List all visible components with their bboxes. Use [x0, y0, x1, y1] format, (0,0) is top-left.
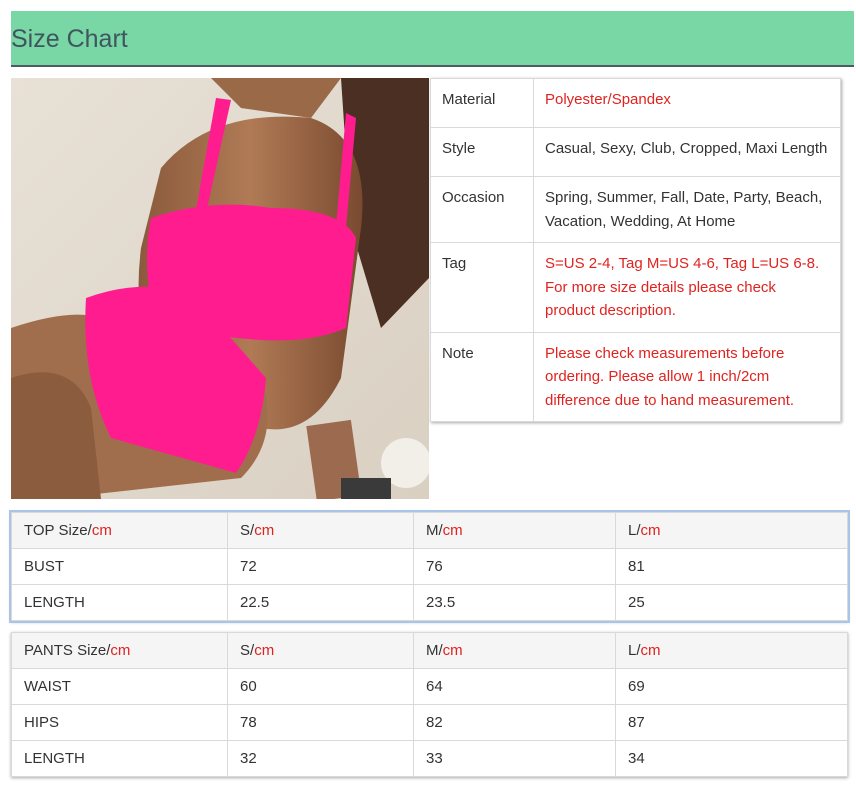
info-row-occasion: Occasion Spring, Summer, Fall, Date, Par… [430, 176, 841, 243]
cell-s: 22.5 [227, 584, 414, 621]
product-info-table: Material Polyester/Spandex Style Casual,… [430, 78, 841, 422]
cell-m: 82 [413, 704, 616, 741]
table-row: HIPS 78 82 87 [11, 704, 848, 741]
cell-l: 69 [615, 668, 848, 705]
row-label: HIPS [11, 704, 228, 741]
info-label: Tag [430, 242, 534, 333]
info-value: Please check measurements before orderin… [533, 331, 841, 422]
product-photo-pink-bikini-icon [11, 78, 429, 499]
row-label: LENGTH [11, 584, 228, 621]
header-cell: L/cm [615, 512, 848, 549]
header-cell: TOP Size/cm [11, 512, 228, 549]
info-label: Material [430, 78, 534, 128]
cell-l: 81 [615, 548, 848, 585]
table-header-row: TOP Size/cm S/cm M/cm L/cm [11, 512, 848, 549]
header-cell: M/cm [413, 512, 616, 549]
info-row-style: Style Casual, Sexy, Club, Cropped, Maxi … [430, 127, 841, 177]
table-row: LENGTH 32 33 34 [11, 740, 848, 777]
header-cell: L/cm [615, 632, 848, 669]
cell-m: 23.5 [413, 584, 616, 621]
product-photo [11, 78, 429, 499]
header-cell: M/cm [413, 632, 616, 669]
info-value: Spring, Summer, Fall, Date, Party, Beach… [533, 176, 841, 243]
info-label: Style [430, 127, 534, 177]
info-label: Occasion [430, 176, 534, 243]
table-row: LENGTH 22.5 23.5 25 [11, 584, 848, 621]
table-row: BUST 72 76 81 [11, 548, 848, 585]
cell-s: 78 [227, 704, 414, 741]
header-cell: S/cm [227, 512, 414, 549]
header-cell: S/cm [227, 632, 414, 669]
cell-s: 32 [227, 740, 414, 777]
size-chart-header: Size Chart [11, 11, 854, 67]
top-size-table: TOP Size/cm S/cm M/cm L/cm BUST 72 76 81… [9, 510, 850, 623]
row-label: WAIST [11, 668, 228, 705]
info-value: Polyester/Spandex [533, 78, 841, 128]
info-row-tag: Tag S=US 2-4, Tag M=US 4-6, Tag L=US 6-8… [430, 242, 841, 333]
table-row: WAIST 60 64 69 [11, 668, 848, 705]
header-cell: PANTS Size/cm [11, 632, 228, 669]
table-header-row: PANTS Size/cm S/cm M/cm L/cm [11, 632, 848, 669]
cell-m: 76 [413, 548, 616, 585]
cell-m: 33 [413, 740, 616, 777]
info-value: Casual, Sexy, Club, Cropped, Maxi Length [533, 127, 841, 177]
pants-size-table: PANTS Size/cm S/cm M/cm L/cm WAIST 60 64… [11, 632, 848, 777]
page-title: Size Chart [11, 25, 128, 53]
cell-l: 87 [615, 704, 848, 741]
cell-m: 64 [413, 668, 616, 705]
info-row-note: Note Please check measurements before or… [430, 331, 841, 422]
row-label: LENGTH [11, 740, 228, 777]
info-label: Note [430, 331, 534, 422]
row-label: BUST [11, 548, 228, 585]
info-value: S=US 2-4, Tag M=US 4-6, Tag L=US 6-8. Fo… [533, 242, 841, 333]
cell-l: 25 [615, 584, 848, 621]
cell-s: 60 [227, 668, 414, 705]
cell-l: 34 [615, 740, 848, 777]
info-row-material: Material Polyester/Spandex [430, 78, 841, 128]
cell-s: 72 [227, 548, 414, 585]
